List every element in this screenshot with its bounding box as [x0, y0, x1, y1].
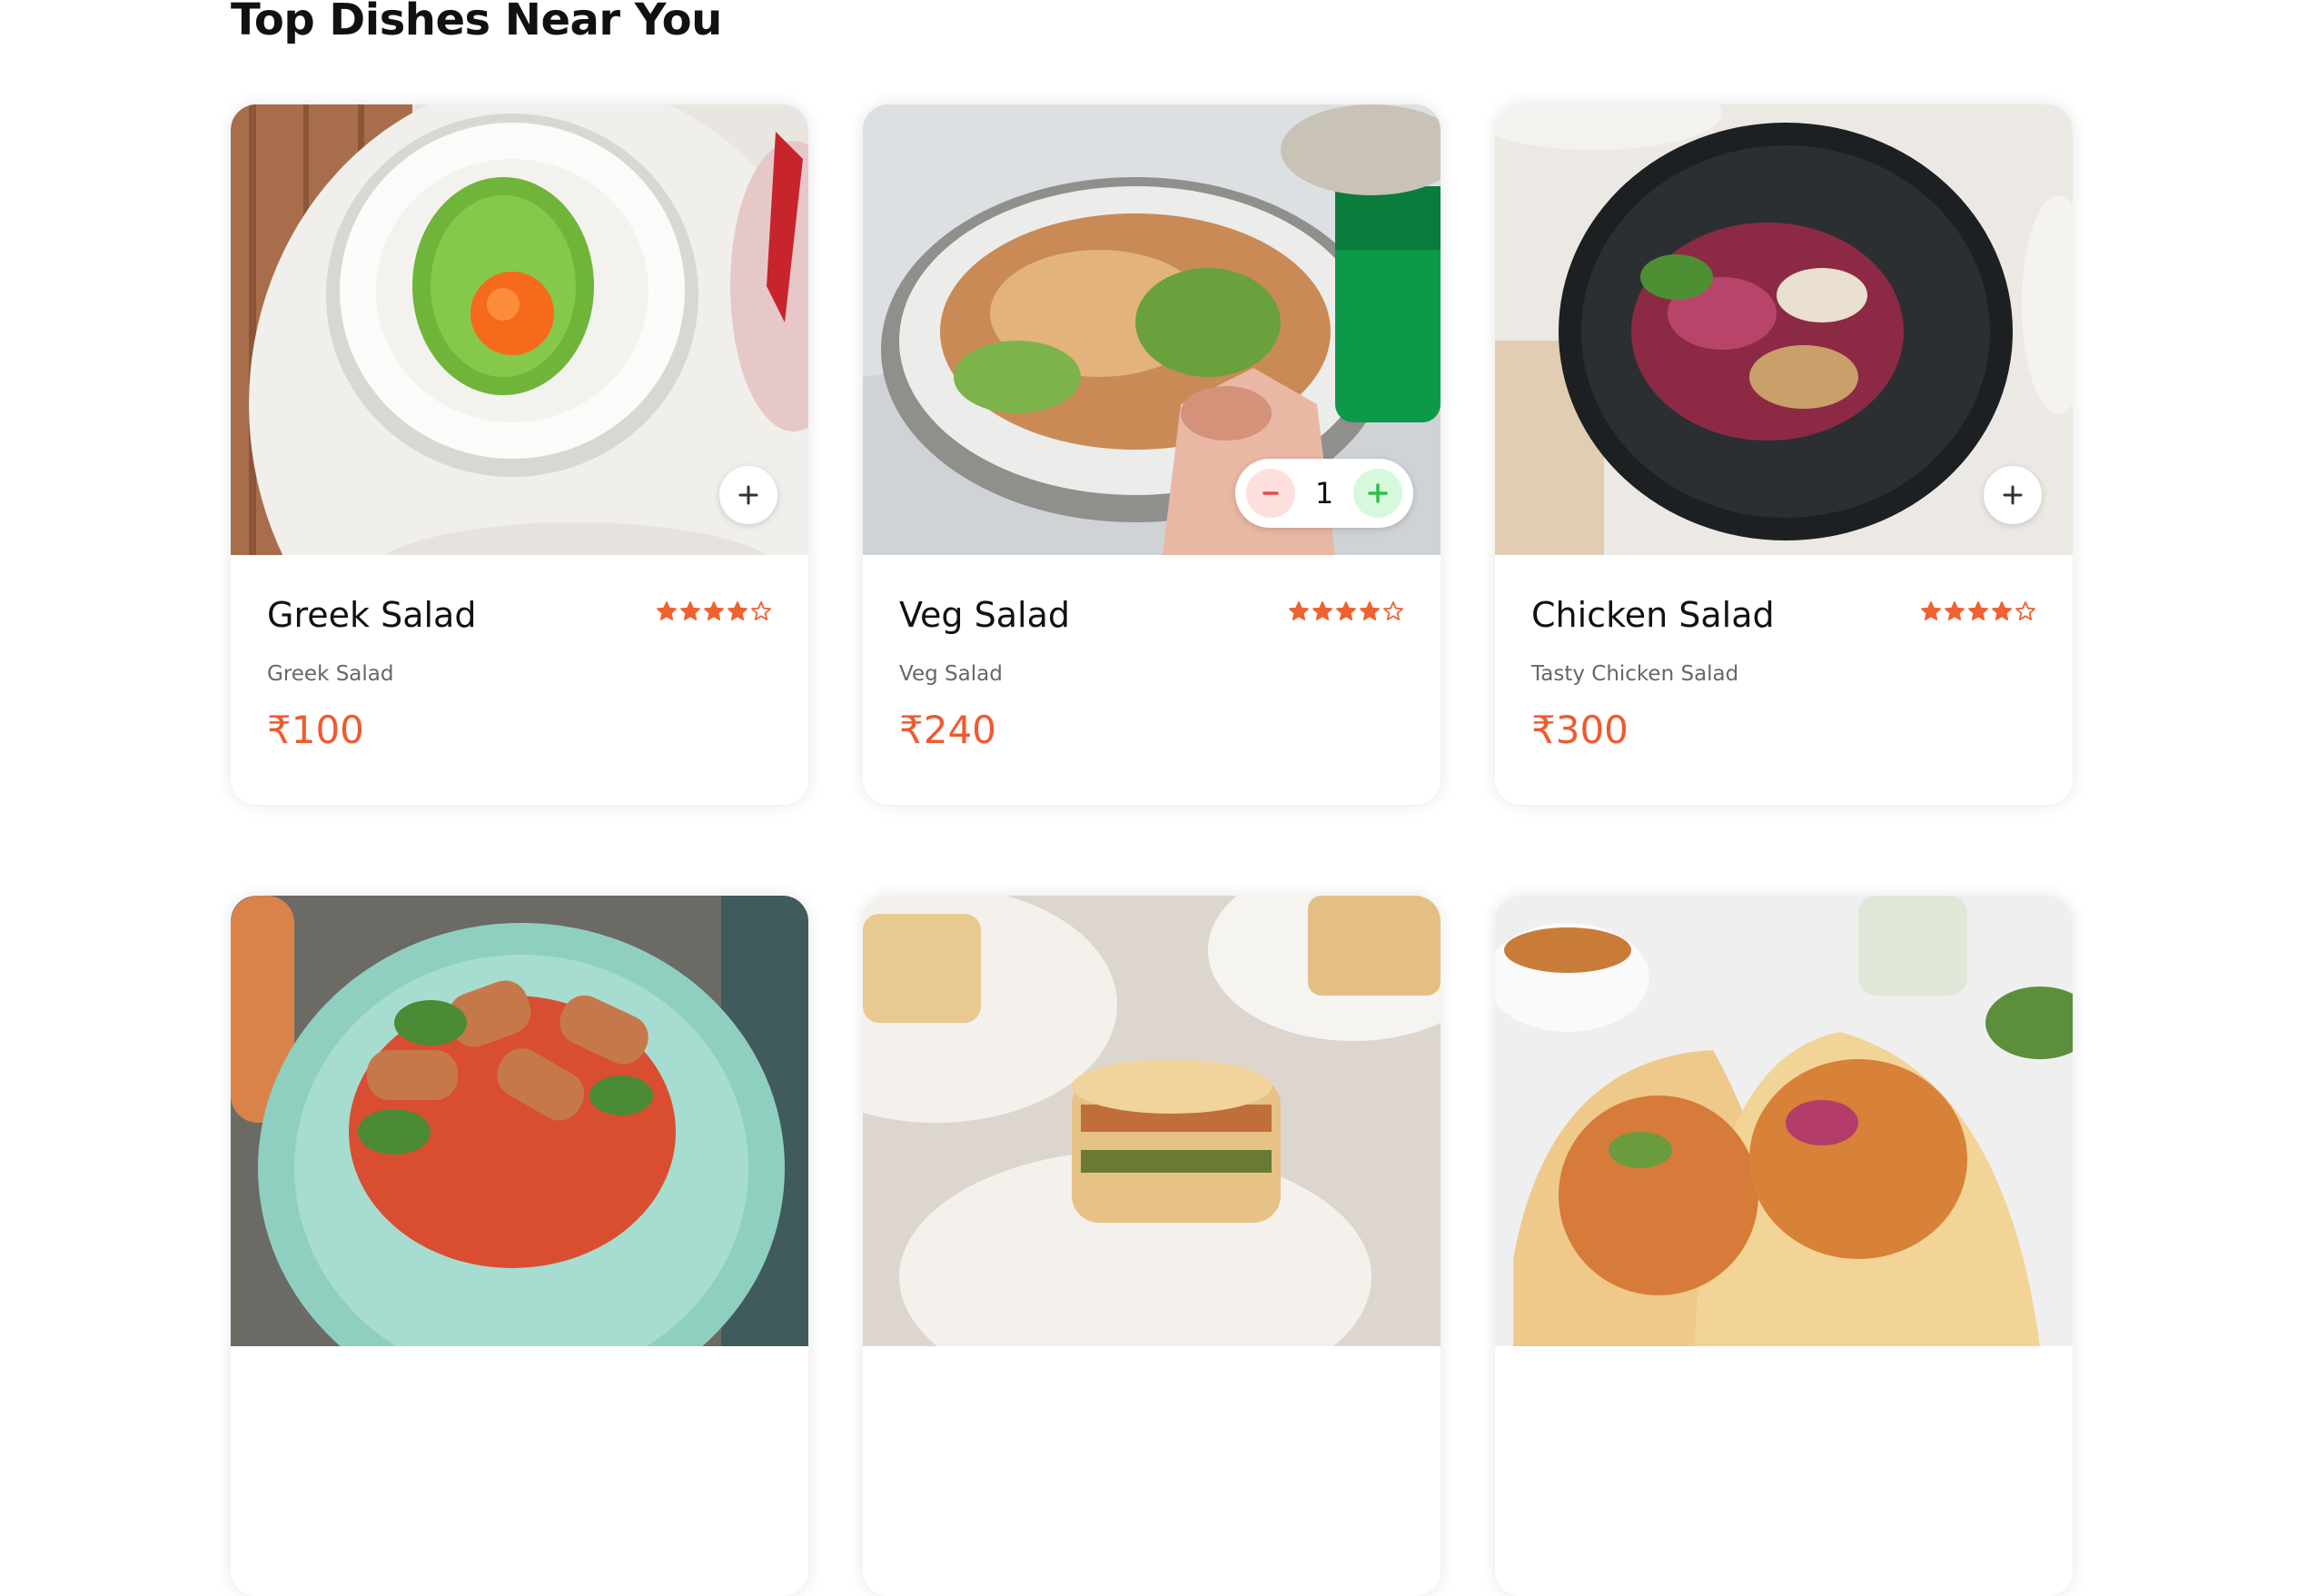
- dish-name: Veg Salad: [899, 595, 1070, 635]
- quantity-value: 1: [1314, 476, 1334, 511]
- dish-image[interactable]: 1: [863, 104, 1441, 555]
- star-empty-icon: [2015, 601, 2035, 620]
- star-filled-icon: [1945, 601, 1965, 620]
- dish-description: Greek Salad: [267, 662, 394, 686]
- dish-name: Greek Salad: [267, 595, 477, 635]
- dish-card[interactable]: Chicken Salad Tasty Chicken Salad ₹300: [1495, 104, 2073, 805]
- dish-grid: Greek Salad Greek Salad ₹100 1 Veg Salad…: [231, 104, 2073, 1596]
- increase-quantity-button[interactable]: [1352, 469, 1402, 518]
- dish-image[interactable]: [1495, 104, 2073, 555]
- decrease-quantity-button[interactable]: [1246, 469, 1295, 518]
- star-filled-icon: [1336, 601, 1356, 620]
- dish-description: Veg Salad: [899, 662, 1003, 686]
- dish-card[interactable]: 1 Veg Salad Veg Salad ₹240: [863, 104, 1441, 805]
- star-filled-icon: [1921, 601, 1941, 620]
- rating-stars: [656, 600, 772, 622]
- minus-icon: [1262, 491, 1279, 495]
- dish-price: ₹100: [267, 708, 364, 752]
- rating-stars: [1920, 600, 2036, 622]
- star-filled-icon: [1360, 601, 1380, 620]
- lasagna-photo: [863, 896, 1441, 1346]
- dish-image[interactable]: [231, 104, 808, 555]
- dish-image[interactable]: [863, 896, 1441, 1346]
- plus-icon: [2003, 485, 2023, 505]
- star-filled-icon: [1312, 601, 1332, 620]
- dish-card[interactable]: [231, 896, 808, 1596]
- star-filled-icon: [1968, 601, 1988, 620]
- dish-card[interactable]: Greek Salad Greek Salad ₹100: [231, 104, 808, 805]
- star-filled-icon: [1289, 601, 1309, 620]
- star-filled-icon: [680, 601, 700, 620]
- dish-card[interactable]: [863, 896, 1441, 1596]
- chicken-wrap-photo: [1495, 896, 2073, 1346]
- dish-name: Chicken Salad: [1531, 595, 1775, 635]
- plus-icon: [738, 485, 758, 505]
- star-filled-icon: [728, 601, 748, 620]
- star-filled-icon: [704, 601, 724, 620]
- star-empty-icon: [1383, 601, 1403, 620]
- star-empty-icon: [751, 601, 771, 620]
- dish-price: ₹240: [899, 708, 996, 752]
- dish-image[interactable]: [231, 896, 808, 1346]
- halloumi-salad-photo: [231, 896, 808, 1346]
- rating-stars: [1288, 600, 1404, 622]
- star-filled-icon: [1992, 601, 2012, 620]
- section-title: Top Dishes Near You: [231, 0, 722, 45]
- star-filled-icon: [657, 601, 677, 620]
- dish-price: ₹300: [1531, 708, 1629, 752]
- add-to-cart-button[interactable]: [1984, 466, 2042, 524]
- dish-card[interactable]: [1495, 896, 2073, 1596]
- add-to-cart-button[interactable]: [719, 466, 777, 524]
- dish-image[interactable]: [1495, 896, 2073, 1346]
- plus-icon: [1368, 483, 1388, 503]
- quantity-stepper[interactable]: 1: [1235, 459, 1413, 528]
- dish-description: Tasty Chicken Salad: [1531, 662, 1739, 686]
